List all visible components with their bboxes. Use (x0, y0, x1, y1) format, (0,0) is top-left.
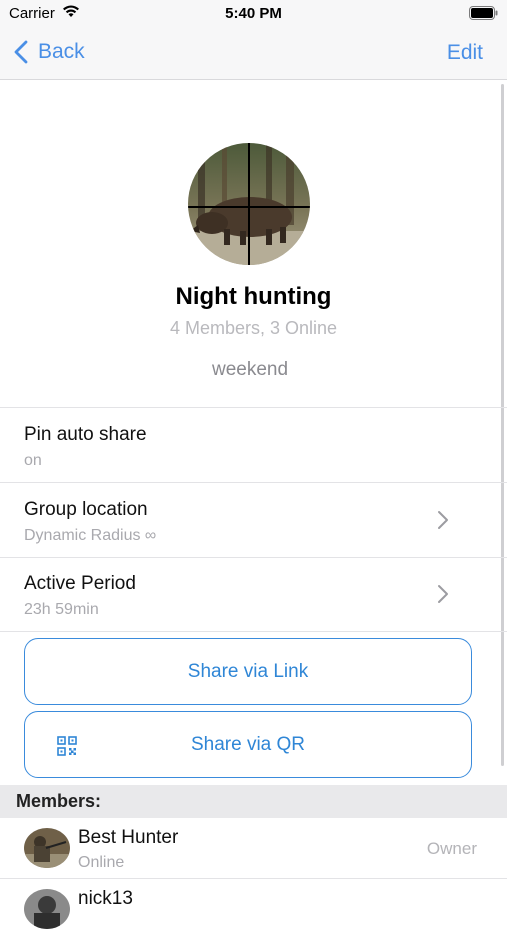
row-subtitle: Dynamic Radius ∞ (24, 527, 157, 544)
members-header-label: Members: (16, 791, 102, 811)
member-avatar (24, 889, 70, 929)
members-summary: 4 Members, 3 Online (169, 318, 338, 338)
member-row[interactable]: nick13 (0, 879, 507, 939)
share-link-button[interactable]: Share via Link (24, 638, 472, 705)
group-avatar[interactable] (188, 143, 310, 265)
share-qr-label: Share via QR (190, 733, 306, 755)
qr-code-icon (57, 736, 77, 756)
active-period-row[interactable]: Active Period 23h 59min (0, 557, 507, 631)
navigation-bar: Back Edit (0, 28, 507, 80)
share-qr-button[interactable]: Share via QR (24, 711, 472, 778)
member-status: Online (78, 854, 125, 871)
row-subtitle: 23h 59min (24, 601, 99, 618)
members-section-header: Members: (0, 785, 507, 818)
member-name: nick13 (78, 888, 133, 909)
chevron-right-icon (438, 511, 448, 529)
member-avatar (24, 828, 70, 868)
chevron-left-icon (14, 40, 28, 64)
chevron-right-icon (438, 585, 448, 603)
member-row[interactable]: Best Hunter Online Owner (0, 818, 507, 878)
member-role: Owner (426, 839, 477, 858)
share-link-label: Share via Link (187, 660, 309, 682)
back-label: Back (38, 40, 85, 63)
status-bar: Carrier 5:40 PM (0, 0, 507, 28)
edit-button[interactable]: Edit (447, 41, 483, 65)
group-name: Night hunting (175, 283, 332, 310)
member-name: Best Hunter (78, 827, 179, 848)
row-title: Group location (24, 499, 148, 520)
divider (0, 631, 507, 632)
battery-icon (469, 6, 499, 24)
back-button[interactable]: Back (14, 40, 85, 64)
row-title: Pin auto share (24, 424, 147, 445)
pin-auto-share-row[interactable]: Pin auto share on (0, 408, 507, 482)
group-description: weekend (211, 359, 289, 380)
group-location-row[interactable]: Group location Dynamic Radius ∞ (0, 483, 507, 557)
row-title: Active Period (24, 573, 136, 594)
clock: 5:40 PM (225, 5, 282, 22)
row-subtitle: on (24, 452, 42, 469)
